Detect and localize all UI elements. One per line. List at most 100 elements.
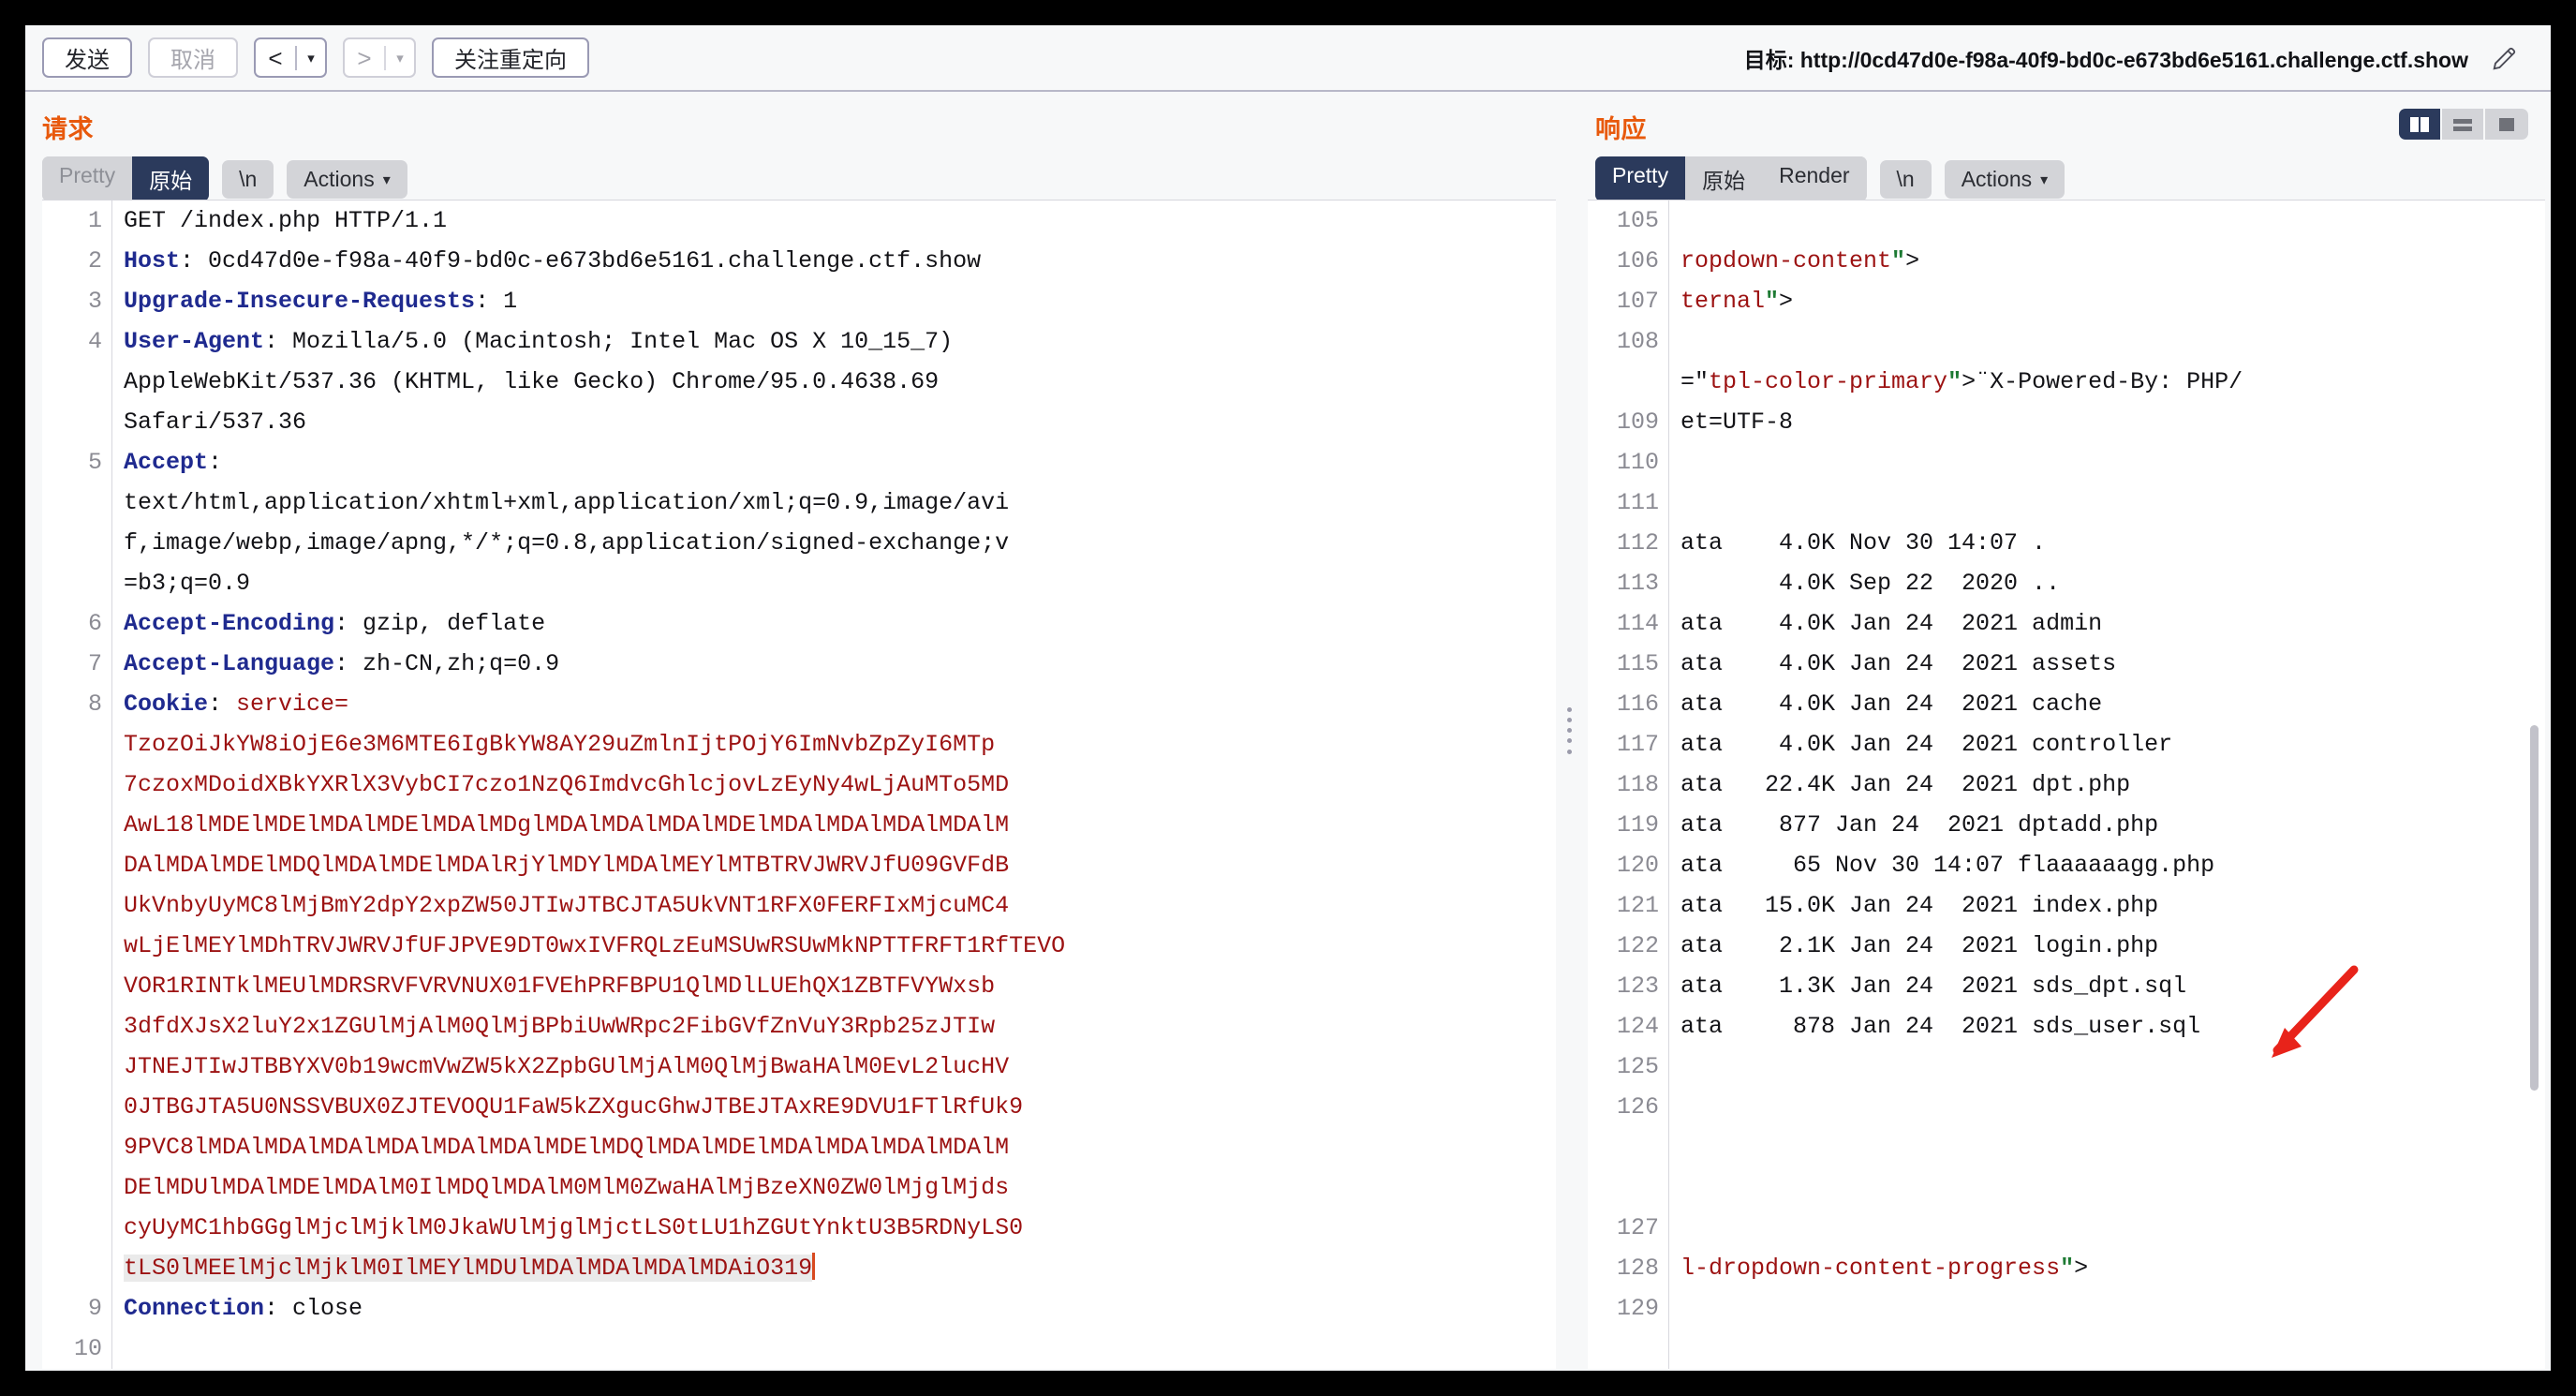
line-number: 118 (1616, 771, 1659, 798)
cancel-button[interactable]: 取消 (148, 37, 238, 78)
code-line: Upgrade-Insecure-Requests: 1 (124, 288, 518, 315)
line-number (42, 926, 102, 966)
tab-response-newline[interactable]: \n (1879, 159, 1932, 199)
follow-redirect-button[interactable]: 关注重定向 (432, 37, 589, 78)
line-number: 127 (1616, 1214, 1659, 1241)
line-number (42, 362, 102, 402)
line-number: 117 (1616, 731, 1659, 758)
line-number: 126 (1616, 1093, 1659, 1121)
response-editor[interactable]: 105 106 107 108 109 110 111 112 113 114 115 116 117… (1588, 200, 2545, 1369)
scrollbar-thumb[interactable] (2530, 725, 2539, 1091)
line-number: 129 (1616, 1295, 1659, 1322)
response-actions-menu[interactable]: Actions ▾ (1944, 159, 2065, 199)
code-line: ropdown-content"> (1680, 247, 1920, 275)
single-pane-view-button[interactable] (2485, 109, 2528, 140)
line-number: 121 (1616, 892, 1659, 919)
pane-splitter[interactable] (1562, 92, 1578, 1369)
code-line: UkVnbyUyMC8lMjBmY2dpY2xpZW50JTIwJTBCJTA5… (124, 892, 1010, 919)
response-code[interactable]: ropdown-content"> ternal"> ="tpl-color-pr… (1669, 200, 2545, 1369)
code-line: ata 15.0K Jan 24 2021 index.php (1680, 892, 2159, 919)
code-line: wLjElMEYlMDhTRVJWRVJfUFJPVE9DT0wxIVFRQLz… (124, 932, 1066, 959)
tab-request-newline[interactable]: \n (222, 159, 274, 199)
request-editor[interactable]: 1 2 3 4 5 6 7 8 9 10 GET /index.php HTTP/1.1 Ho… (42, 200, 1556, 1369)
chevron-down-icon[interactable]: ▾ (386, 50, 414, 67)
history-forward-button[interactable]: > ▾ (343, 37, 416, 78)
line-number: 2 (87, 247, 102, 275)
pencil-icon[interactable] (2489, 42, 2521, 74)
line-number: 5 (87, 449, 102, 476)
line-number: 120 (1616, 852, 1659, 879)
response-view-modes (2399, 109, 2528, 140)
tab-response-render[interactable]: Render (1762, 156, 1867, 201)
code-line: 0JTBGJTA5U0NSSVBUX0ZJTEVOQU1FaW5kZXgucGh… (124, 1093, 1024, 1121)
code-line: ata 4.0K Jan 24 2021 controller (1680, 731, 2173, 758)
line-number: 109 (1616, 408, 1659, 436)
code-line: =b3;q=0.9 (124, 570, 251, 597)
line-number (42, 1087, 102, 1127)
code-line: Accept: (124, 449, 223, 476)
code-line: cyUyMC1hbGGglMjclMjklM0JkaWUlMjglMjctLS0… (124, 1214, 1024, 1241)
code-line: VOR1RINTklMEUlMDRSRVFVRVNUX01FVEhPRFBPU1… (124, 973, 996, 1000)
tab-request-pretty[interactable]: Pretty (42, 156, 133, 201)
history-back-button[interactable]: < ▾ (254, 37, 327, 78)
response-actions-label: Actions (1961, 166, 2033, 191)
line-number (1588, 362, 1659, 402)
tab-request-raw[interactable]: 原始 (132, 156, 210, 201)
code-line: f,image/webp,image/apng,*/*;q=0.8,applic… (124, 529, 1010, 557)
line-number: 4 (87, 328, 102, 355)
line-number (42, 563, 102, 603)
line-number (42, 966, 102, 1006)
code-line: et=UTF-8 (1680, 408, 1794, 436)
tab-response-pretty[interactable]: Pretty (1595, 156, 1686, 201)
line-number (42, 1006, 102, 1047)
chevron-down-icon[interactable]: ▾ (297, 50, 325, 67)
split-vertical-view-button[interactable] (2399, 109, 2442, 140)
send-button[interactable]: 发送 (42, 37, 132, 78)
response-scrollbar[interactable] (2528, 200, 2540, 1369)
line-number: 123 (1616, 973, 1659, 1000)
code-line: l-dropdown-content-progress"> (1680, 1255, 2089, 1282)
code-line: 3dfdXJsX2luY2x1ZGUlMjAlM0QlMjBPbiUwWRpc2… (124, 1013, 996, 1040)
line-number: 1 (87, 207, 102, 234)
request-actions-label: Actions (303, 166, 375, 191)
line-number (42, 1167, 102, 1208)
line-number: 107 (1616, 288, 1659, 315)
code-line: ata 878 Jan 24 2021 sds_user.sql (1680, 1013, 2201, 1040)
line-number (42, 1248, 102, 1288)
chevron-right-icon: > (357, 43, 372, 72)
line-number (1588, 1167, 1659, 1208)
code-line: AppleWebKit/537.36 (KHTML, like Gecko) C… (124, 368, 940, 395)
line-number (42, 483, 102, 523)
request-actions-menu[interactable]: Actions ▾ (287, 159, 407, 199)
line-number: 119 (1616, 811, 1659, 839)
code-line: ata 4.0K Jan 24 2021 assets (1680, 650, 2117, 677)
line-number (1588, 1127, 1659, 1167)
code-line: Connection: close (124, 1295, 363, 1322)
split-horizontal-view-button[interactable] (2442, 109, 2485, 140)
repeater-panes: 请求 Pretty 原始 \n Actions ▾ 1 2 3 4 5 6 7 8 9 10 … (25, 92, 2551, 1369)
line-number: 106 (1616, 247, 1659, 275)
repeater-toolbar: 发送 取消 < ▾ > ▾ 关注重定向 目标: http://0cd47d0e-… (25, 25, 2551, 92)
line-number: 116 (1616, 691, 1659, 718)
tab-response-raw[interactable]: 原始 (1685, 156, 1763, 201)
request-code[interactable]: GET /index.php HTTP/1.1 Host: 0cd47d0e-f9… (112, 200, 1556, 1369)
chevron-down-icon: ▾ (382, 171, 391, 188)
line-number (42, 805, 102, 845)
line-number: 10 (73, 1335, 102, 1362)
request-pane: 请求 Pretty 原始 \n Actions ▾ 1 2 3 4 5 6 7 8 9 10 … (25, 92, 1562, 1369)
line-number: 125 (1616, 1053, 1659, 1080)
code-line: 7czoxMDoidXBkYXRlX3VybCI7czo1NzQ6ImdvcGh… (124, 771, 1010, 798)
chevron-left-icon: < (268, 43, 283, 72)
line-number: 114 (1616, 610, 1659, 637)
code-line: ternal"> (1680, 288, 1794, 315)
code-line: ata 4.0K Jan 24 2021 cache (1680, 691, 2103, 718)
code-line: 4.0K Sep 22 2020 .. (1680, 570, 2061, 597)
line-number: 3 (87, 288, 102, 315)
line-number: 8 (87, 691, 102, 718)
